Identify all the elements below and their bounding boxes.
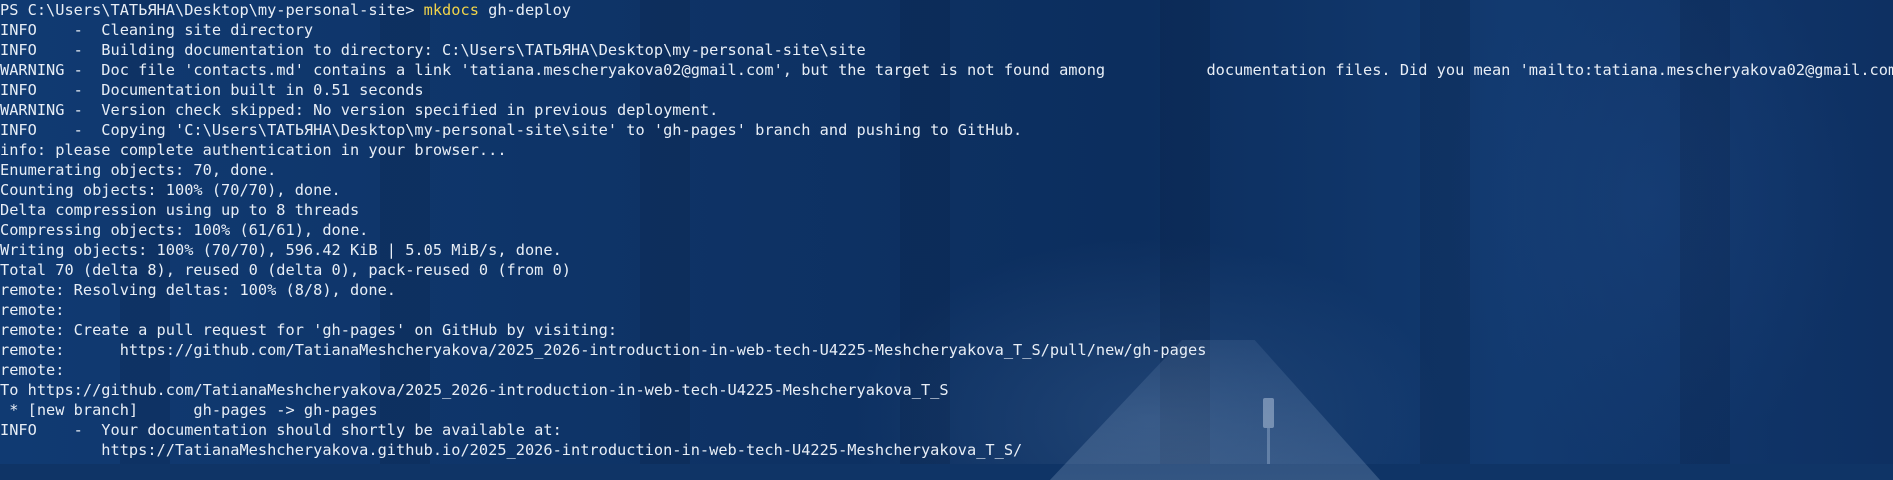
- output-line: remote: https://github.com/TatianaMeshch…: [0, 341, 1207, 359]
- output-line: WARNING - Version check skipped: No vers…: [0, 101, 719, 119]
- prompt-line: PS C:\Users\ТАТЬЯНА\Desktop\my-personal-…: [0, 0, 1893, 20]
- output-line: Total 70 (delta 8), reused 0 (delta 0), …: [0, 261, 571, 279]
- prompt: PS C:\Users\ТАТЬЯНА\Desktop\my-personal-…: [0, 1, 424, 19]
- output-line: info: please complete authentication in …: [0, 141, 507, 159]
- output-line: INFO - Building documentation to directo…: [0, 41, 866, 59]
- output-line: Counting objects: 100% (70/70), done.: [0, 181, 341, 199]
- output-line: Writing objects: 100% (70/70), 596.42 Ki…: [0, 241, 562, 259]
- output-line: remote: Resolving deltas: 100% (8/8), do…: [0, 281, 397, 299]
- output-line: remote: Create a pull request for 'gh-pa…: [0, 321, 618, 339]
- output-line: INFO - Documentation built in 0.51 secon…: [0, 81, 424, 99]
- output-line: https://TatianaMeshcheryakova.github.io/…: [0, 441, 1023, 459]
- output-line: * [new branch] gh-pages -> gh-pages: [0, 401, 378, 419]
- output-line: INFO - Copying 'C:\Users\ТАТЬЯНА\Desktop…: [0, 121, 1023, 139]
- command-name: mkdocs: [423, 1, 479, 19]
- output-line: INFO - Your documentation should shortly…: [0, 421, 562, 439]
- output-line: Compressing objects: 100% (61/61), done.: [0, 221, 369, 239]
- command-args: gh-deploy: [478, 1, 572, 19]
- output-line: remote:: [0, 361, 65, 379]
- terminal-output[interactable]: PS C:\Users\ТАТЬЯНА\Desktop\my-personal-…: [0, 0, 1893, 464]
- output-line: To https://github.com/TatianaMeshcheryak…: [0, 381, 949, 399]
- output-line: WARNING - Doc file 'contacts.md' contain…: [0, 61, 1893, 79]
- output-line: remote:: [0, 301, 65, 319]
- output-line: Enumerating objects: 70, done.: [0, 161, 277, 179]
- output-line: INFO - Cleaning site directory: [0, 21, 314, 39]
- output-line: Delta compression using up to 8 threads: [0, 201, 360, 219]
